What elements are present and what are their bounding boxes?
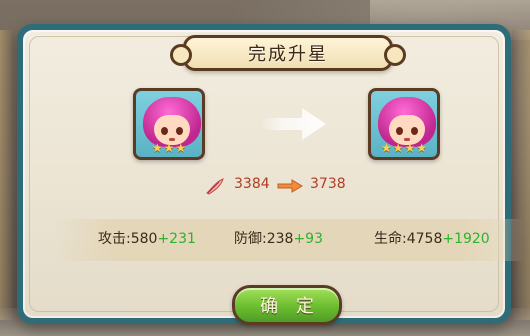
star-icon: ★	[404, 141, 416, 155]
background-left-strip	[0, 30, 14, 320]
title-plaque: 完成升星	[170, 35, 406, 71]
hero-eye-right	[411, 127, 418, 135]
life-stat: 生命:4758+1920	[374, 228, 490, 248]
defense-label: 防御:	[234, 231, 267, 247]
hero-card-before: ★ ★ ★	[133, 88, 205, 160]
attack-stat: 攻击:580+231	[98, 228, 196, 248]
power-feather-icon	[206, 178, 224, 195]
hero-eye-right	[176, 127, 183, 135]
confirm-button[interactable]: 确 定	[232, 285, 342, 325]
star-icon: ★	[380, 141, 392, 155]
life-label: 生命:	[374, 231, 407, 247]
star-icon: ★	[175, 141, 187, 155]
star-rating-before: ★ ★ ★	[140, 141, 198, 155]
confirm-label: 确 定	[260, 296, 320, 317]
power-change-row: 3384 3738	[205, 174, 375, 198]
star-icon: ★	[392, 141, 404, 155]
attack-bonus: +231	[157, 231, 196, 247]
star-icon: ★	[416, 141, 428, 155]
defense-stat: 防御:238+93	[234, 228, 323, 248]
star-icon: ★	[163, 141, 175, 155]
defense-base: 238	[266, 231, 294, 247]
attack-base: 580	[130, 231, 158, 247]
star-upgrade-dialog: 完成升星 ★ ★ ★ ★ ★ ★ ★ 3384 3738 攻击:580+231 …	[17, 24, 523, 325]
life-base: 4758	[406, 231, 443, 247]
game-scene: 完成升星 ★ ★ ★ ★ ★ ★ ★ 3384 3738 攻击:580+231 …	[0, 0, 530, 336]
hero-eye-left	[161, 127, 168, 135]
right-arrow-icon	[260, 108, 326, 140]
power-after: 3738	[310, 176, 346, 192]
attack-label: 攻击:	[98, 231, 131, 247]
defense-bonus: +93	[293, 231, 323, 247]
background-right-strip	[512, 30, 530, 320]
hero-eye-left	[396, 127, 403, 135]
life-bonus: +1920	[442, 231, 490, 247]
star-icon: ★	[151, 141, 163, 155]
star-rating-after: ★ ★ ★ ★	[375, 141, 433, 155]
dialog-title: 完成升星	[248, 44, 328, 65]
right-arrow-icon	[277, 179, 303, 193]
hero-card-after: ★ ★ ★ ★	[368, 88, 440, 160]
power-before: 3384	[234, 176, 270, 192]
